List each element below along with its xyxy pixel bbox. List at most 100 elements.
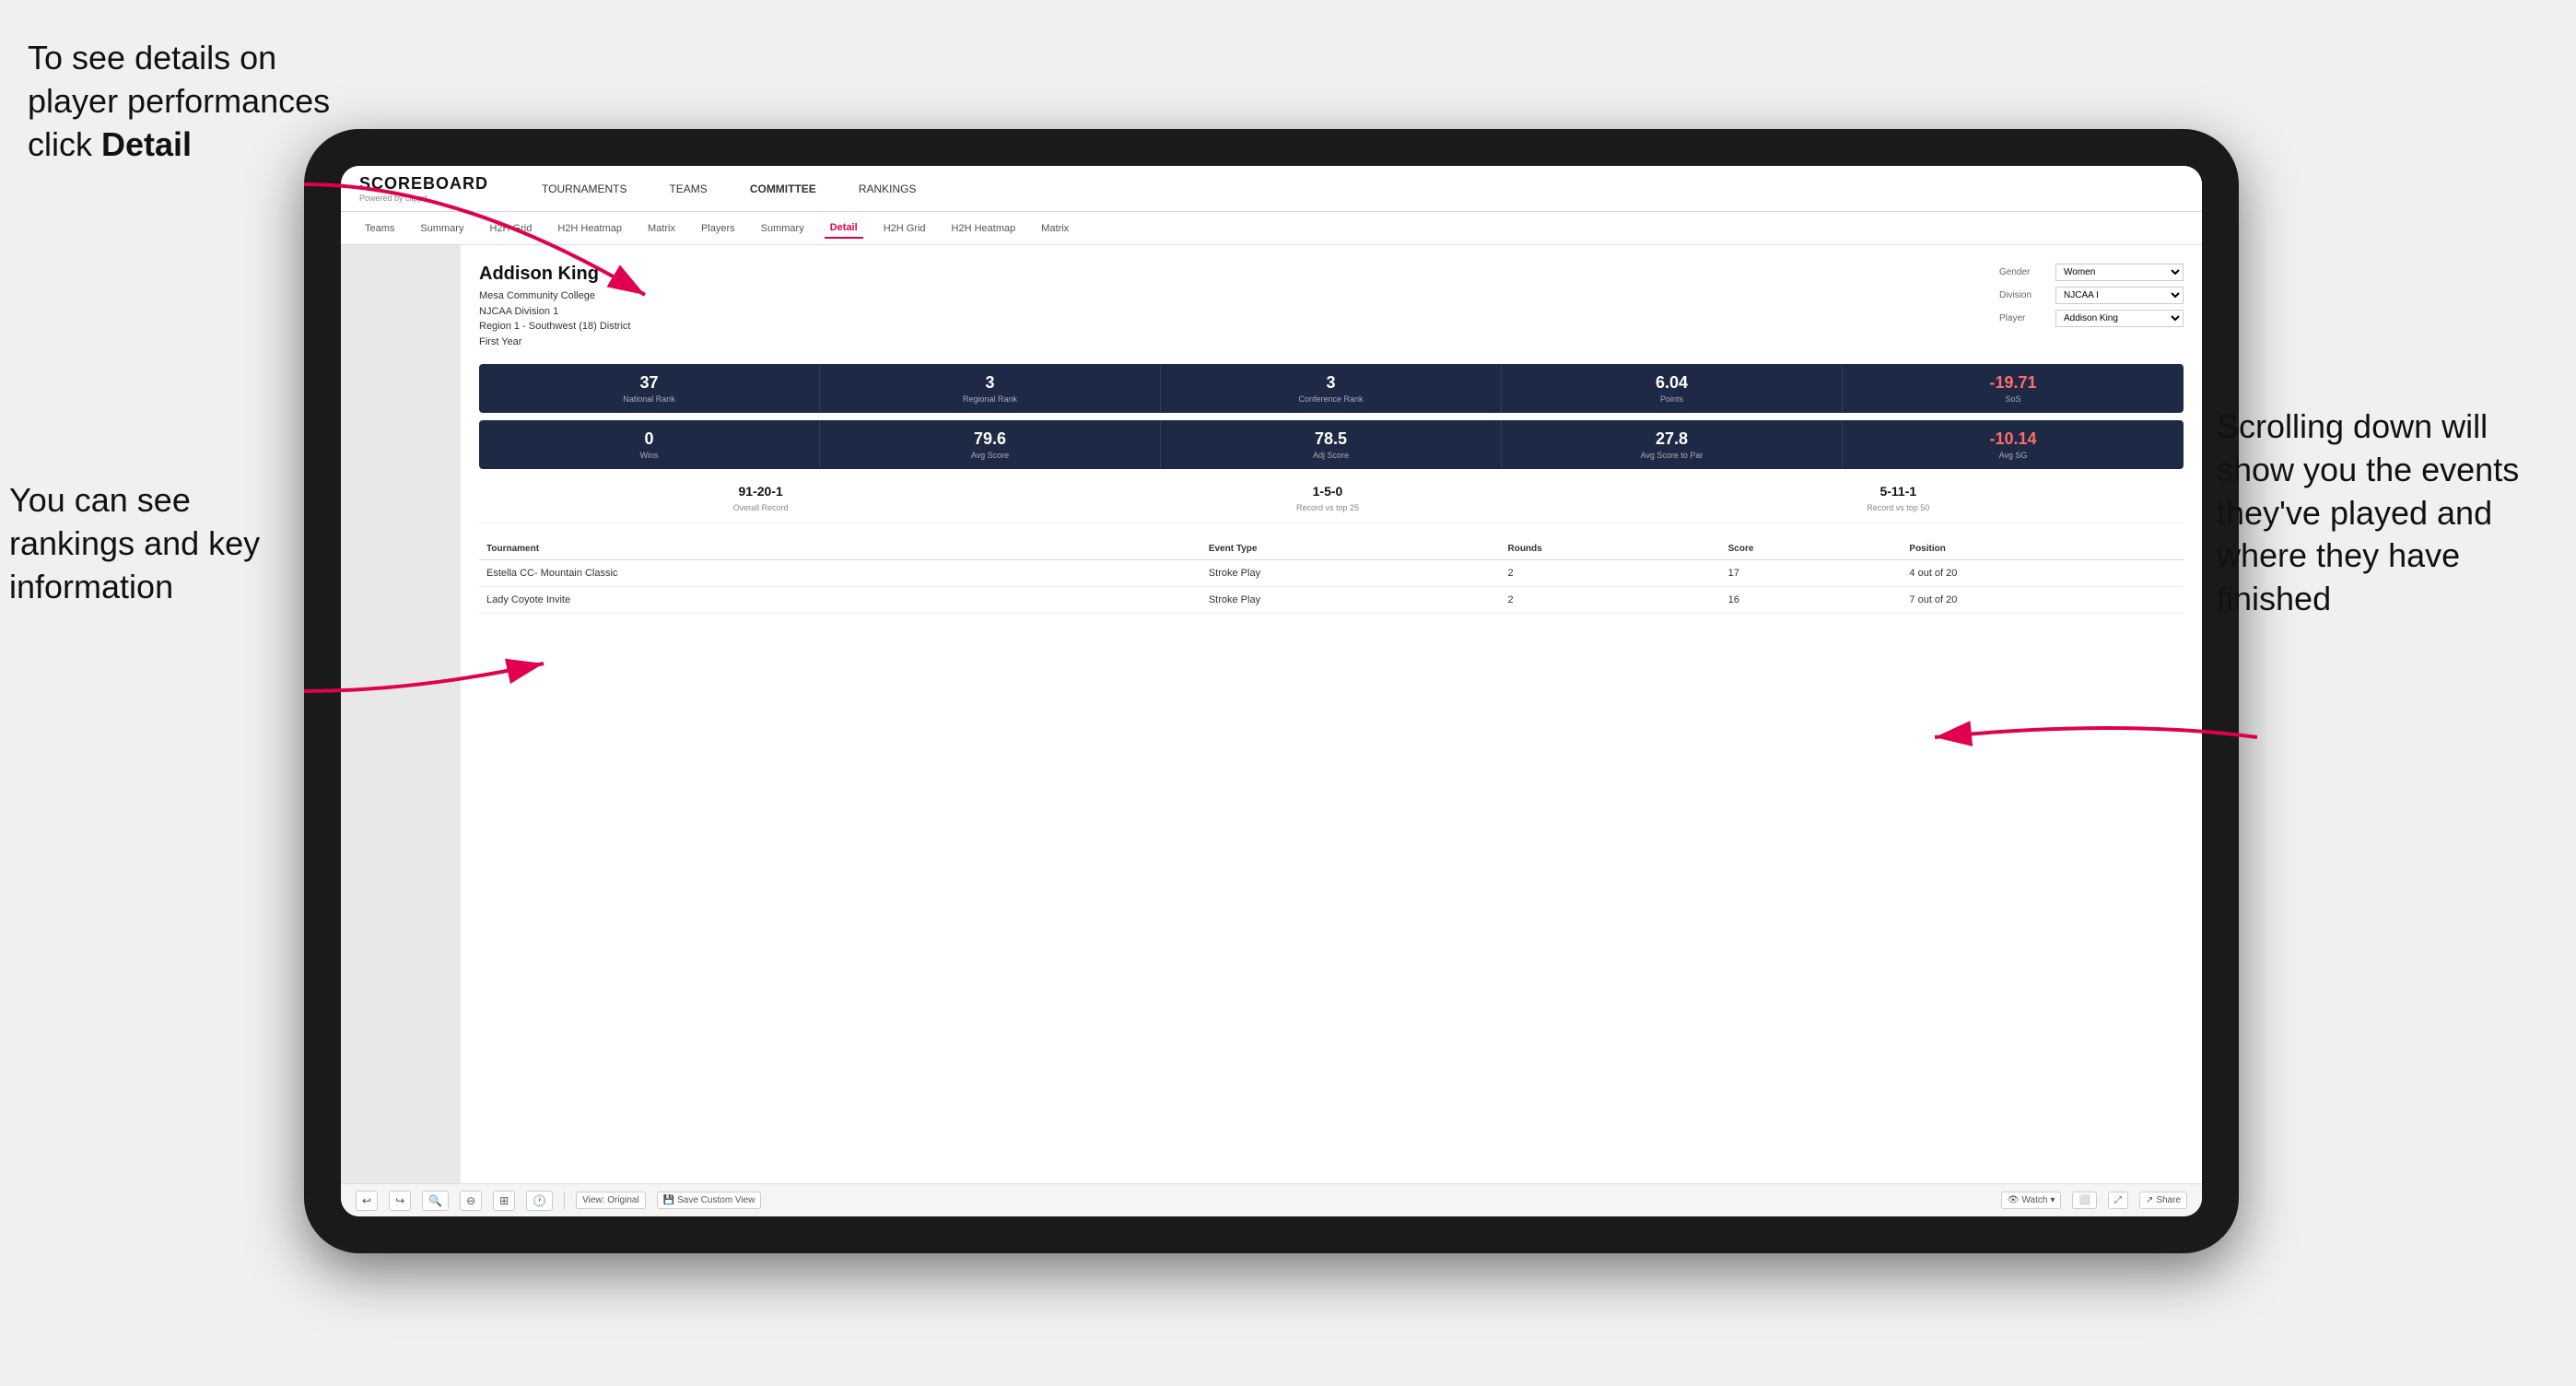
nav-tournaments[interactable]: TOURNAMENTS bbox=[534, 179, 634, 199]
logo-area: SCOREBOARD Powered by clippd bbox=[359, 174, 488, 203]
stat-label: Avg Score to Par bbox=[1509, 451, 1834, 460]
subnav-summary[interactable]: Summary bbox=[415, 219, 469, 238]
table-row[interactable]: Lady Coyote Invite Stroke Play 2 16 7 ou… bbox=[479, 587, 2184, 614]
stat-value: 6.04 bbox=[1509, 373, 1834, 393]
undo-button[interactable]: ↩ bbox=[356, 1191, 378, 1211]
watch-icon: 👁 bbox=[2008, 1195, 2020, 1205]
records-row: 91-20-1Overall Record 1-5-0 Record vs top … bbox=[479, 476, 2184, 523]
tablet-screen: SCOREBOARD Powered by clippd TOURNAMENTS… bbox=[341, 166, 2202, 1216]
tournament-score: 17 bbox=[1721, 560, 1903, 587]
screen-button[interactable]: ⬜ bbox=[2072, 1192, 2096, 1209]
view-original-label: View: Original bbox=[582, 1195, 639, 1205]
sub-nav: Teams Summary H2H Grid H2H Heatmap Matri… bbox=[341, 212, 2202, 245]
col-empty bbox=[1135, 538, 1201, 560]
nav-rankings[interactable]: RANKINGS bbox=[851, 179, 924, 199]
stat-cell: 37National Rank bbox=[479, 364, 820, 413]
clock-button[interactable]: 🕐 bbox=[526, 1191, 553, 1211]
subnav-h2h-grid2[interactable]: H2H Grid bbox=[878, 219, 931, 238]
record-label: Record vs top 25 bbox=[1296, 503, 1359, 512]
subnav-h2h-grid[interactable]: H2H Grid bbox=[484, 219, 537, 238]
subnav-players[interactable]: Players bbox=[696, 219, 741, 238]
subnav-detail[interactable]: Detail bbox=[825, 218, 863, 239]
zoom-out-button[interactable]: ⊖ bbox=[460, 1191, 482, 1211]
stat-label: Adj Score bbox=[1168, 451, 1493, 460]
stat-label: Regional Rank bbox=[827, 394, 1153, 404]
record-item: 91-20-1Overall Record bbox=[733, 484, 789, 515]
stat-value: -10.14 bbox=[1850, 429, 2176, 449]
expand-button[interactable]: ⤢ bbox=[2108, 1192, 2128, 1209]
logo-text: SCOREBOARD bbox=[359, 174, 488, 194]
save-custom-icon: 💾 bbox=[663, 1195, 674, 1205]
zoom-out-icon: ⊖ bbox=[466, 1194, 475, 1207]
redo-icon: ↪ bbox=[395, 1194, 404, 1207]
stat-label: Avg SG bbox=[1850, 451, 2176, 460]
subnav-matrix2[interactable]: Matrix bbox=[1036, 219, 1074, 238]
annotation-topleft-text: To see details on player performances cl… bbox=[28, 39, 330, 163]
annotation-topleft: To see details on player performances cl… bbox=[28, 37, 341, 166]
player-college: Mesa Community College bbox=[479, 288, 630, 304]
tournament-empty bbox=[1135, 560, 1201, 587]
col-score: Score bbox=[1721, 538, 1903, 560]
watch-label: Watch bbox=[2021, 1195, 2047, 1205]
player-controls: Gender Women Men Division NJCAA I NJCAA … bbox=[1999, 264, 2184, 349]
zoom-in-icon: 🔍 bbox=[428, 1194, 442, 1207]
subnav-h2h-heatmap2[interactable]: H2H Heatmap bbox=[946, 219, 1022, 238]
undo-icon: ↩ bbox=[362, 1194, 371, 1207]
view-original-button[interactable]: View: Original bbox=[576, 1192, 646, 1209]
redo-button[interactable]: ↪ bbox=[389, 1191, 411, 1211]
table-row[interactable]: Estella CC- Mountain Classic Stroke Play… bbox=[479, 560, 2184, 587]
grid-icon: ⊞ bbox=[499, 1194, 509, 1207]
stat-label: National Rank bbox=[486, 394, 812, 404]
stat-value: 0 bbox=[486, 429, 812, 449]
gender-control: Gender Women Men bbox=[1999, 264, 2184, 281]
player-header: Addison King Mesa Community College NJCA… bbox=[479, 264, 2184, 349]
col-position: Position bbox=[1902, 538, 2184, 560]
clock-icon: 🕐 bbox=[533, 1194, 546, 1207]
gender-select[interactable]: Women Men bbox=[2055, 264, 2184, 281]
subnav-matrix[interactable]: Matrix bbox=[642, 219, 681, 238]
tournament-rounds: 2 bbox=[1500, 560, 1720, 587]
subnav-h2h-heatmap[interactable]: H2H Heatmap bbox=[552, 219, 627, 238]
save-custom-button[interactable]: 💾 Save Custom View bbox=[657, 1192, 762, 1209]
top-nav: SCOREBOARD Powered by clippd TOURNAMENTS… bbox=[341, 166, 2202, 212]
zoom-in-button[interactable]: 🔍 bbox=[422, 1191, 449, 1211]
record-label: Overall Record bbox=[733, 503, 789, 512]
watch-button[interactable]: 👁 Watch ▾ bbox=[2001, 1192, 2062, 1209]
annotation-right-text: Scrolling down will show you the events … bbox=[2217, 407, 2519, 617]
bottom-toolbar: ↩ ↪ 🔍 ⊖ ⊞ 🕐 View: Original 💾 bbox=[341, 1183, 2202, 1216]
tournament-table: Tournament Event Type Rounds Score Posit… bbox=[479, 538, 2184, 614]
tournament-position: 7 out of 20 bbox=[1902, 587, 2184, 614]
stat-value: 3 bbox=[827, 373, 1153, 393]
stats-grid-row2: 0Wins79.6Avg Score78.5Adj Score27.8Avg S… bbox=[479, 420, 2184, 469]
annotation-bottomleft-text: You can see rankings and key information bbox=[9, 481, 260, 605]
nav-teams[interactable]: TEAMS bbox=[662, 179, 714, 199]
stat-label: Wins bbox=[486, 451, 812, 460]
col-tournament: Tournament bbox=[479, 538, 1135, 560]
player-select[interactable]: Addison King bbox=[2055, 310, 2184, 327]
stat-cell: -10.14 Avg SG bbox=[1843, 420, 2184, 469]
stat-cell: 0 Wins bbox=[479, 420, 820, 469]
tablet-frame: SCOREBOARD Powered by clippd TOURNAMENTS… bbox=[304, 129, 2239, 1253]
tournament-empty bbox=[1135, 587, 1201, 614]
division-label: Division bbox=[1999, 290, 2050, 300]
gender-label: Gender bbox=[1999, 267, 2050, 277]
subnav-teams[interactable]: Teams bbox=[359, 219, 400, 238]
stat-label: Conference Rank bbox=[1168, 394, 1493, 404]
stat-cell: 3Conference Rank bbox=[1161, 364, 1502, 413]
stat-cell: 3Regional Rank bbox=[820, 364, 1161, 413]
tournament-name: Estella CC- Mountain Classic bbox=[479, 560, 1135, 587]
col-event-type: Event Type bbox=[1201, 538, 1501, 560]
annotation-bottomleft: You can see rankings and key information bbox=[9, 479, 322, 608]
main-content: Addison King Mesa Community College NJCA… bbox=[461, 245, 2202, 1183]
record-value: 1-5-0 bbox=[1296, 484, 1359, 499]
grid-button[interactable]: ⊞ bbox=[493, 1191, 515, 1211]
record-item: 1-5-0 Record vs top 25 bbox=[1296, 484, 1359, 515]
record-item: 5-11-1Record vs top 50 bbox=[1867, 484, 1929, 515]
subnav-summary2[interactable]: Summary bbox=[755, 219, 810, 238]
share-button[interactable]: ↗ Share bbox=[2139, 1192, 2187, 1209]
stat-value: 78.5 bbox=[1168, 429, 1493, 449]
player-label: Player bbox=[1999, 313, 2050, 323]
stat-value: -19.71 bbox=[1850, 373, 2176, 393]
nav-committee[interactable]: COMMITTEE bbox=[743, 179, 824, 199]
division-select[interactable]: NJCAA I NJCAA II bbox=[2055, 287, 2184, 304]
